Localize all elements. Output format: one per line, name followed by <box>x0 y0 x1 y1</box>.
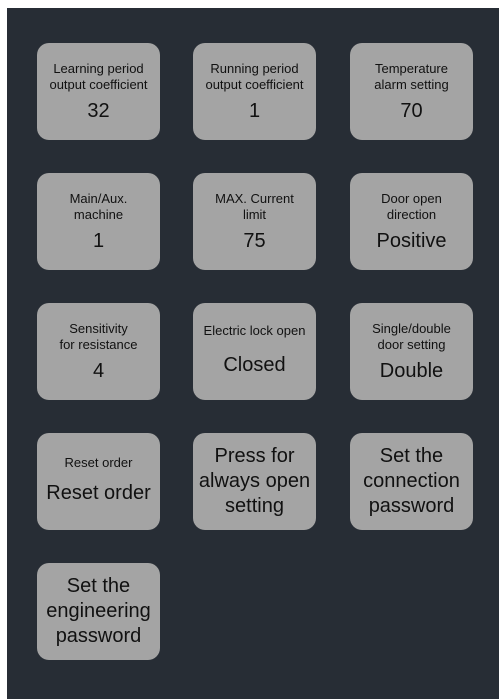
tile-label: Electric lock open <box>203 322 306 338</box>
tile-text: Set the engineering password <box>46 575 151 647</box>
tile-value: Positive <box>376 229 447 252</box>
tile-value: 4 <box>92 359 105 382</box>
engineering-password-button[interactable]: Set the engineering password <box>37 563 160 660</box>
connection-password-button[interactable]: Set the connection password <box>350 433 473 530</box>
tile-label: Door open direction <box>381 190 442 222</box>
main-aux-machine-tile[interactable]: Main/Aux. machine 1 <box>37 173 160 270</box>
single-double-door-tile[interactable]: Single/double door setting Double <box>350 303 473 400</box>
tile-text: Press for always open setting <box>198 445 311 517</box>
tile-label: Sensitivity for resistance <box>59 320 138 352</box>
always-open-setting-button[interactable]: Press for always open setting <box>193 433 316 530</box>
tile-label: Temperature alarm setting <box>374 60 449 92</box>
tile-value: 75 <box>243 229 266 252</box>
tile-text: Set the connection password <box>363 445 460 517</box>
learning-period-coefficient-tile[interactable]: Learning period output coefficient 32 <box>37 43 160 140</box>
sensitivity-resistance-tile[interactable]: Sensitivity for resistance 4 <box>37 303 160 400</box>
tile-value: Double <box>379 359 444 382</box>
tile-value: 32 <box>87 99 110 122</box>
tile-value: Closed <box>223 353 286 376</box>
tile-label: Learning period output coefficient <box>49 60 148 92</box>
electric-lock-open-tile[interactable]: Electric lock open Closed <box>193 303 316 400</box>
tile-label: Reset order <box>64 454 133 470</box>
tile-value: Reset order <box>46 481 151 504</box>
tile-value: 1 <box>248 99 261 122</box>
tile-value: 70 <box>400 99 423 122</box>
tile-value: 1 <box>92 229 105 252</box>
reset-order-button[interactable]: Reset order Reset order <box>37 433 160 530</box>
running-period-coefficient-tile[interactable]: Running period output coefficient 1 <box>193 43 316 140</box>
tile-label: MAX. Current limit <box>215 190 294 222</box>
tile-label: Running period output coefficient <box>205 60 304 92</box>
tile-label: Single/double door setting <box>372 320 451 352</box>
settings-panel: Learning period output coefficient 32 Ru… <box>7 8 499 699</box>
tile-label: Main/Aux. machine <box>69 190 128 222</box>
max-current-limit-tile[interactable]: MAX. Current limit 75 <box>193 173 316 270</box>
door-open-direction-tile[interactable]: Door open direction Positive <box>350 173 473 270</box>
temperature-alarm-tile[interactable]: Temperature alarm setting 70 <box>350 43 473 140</box>
